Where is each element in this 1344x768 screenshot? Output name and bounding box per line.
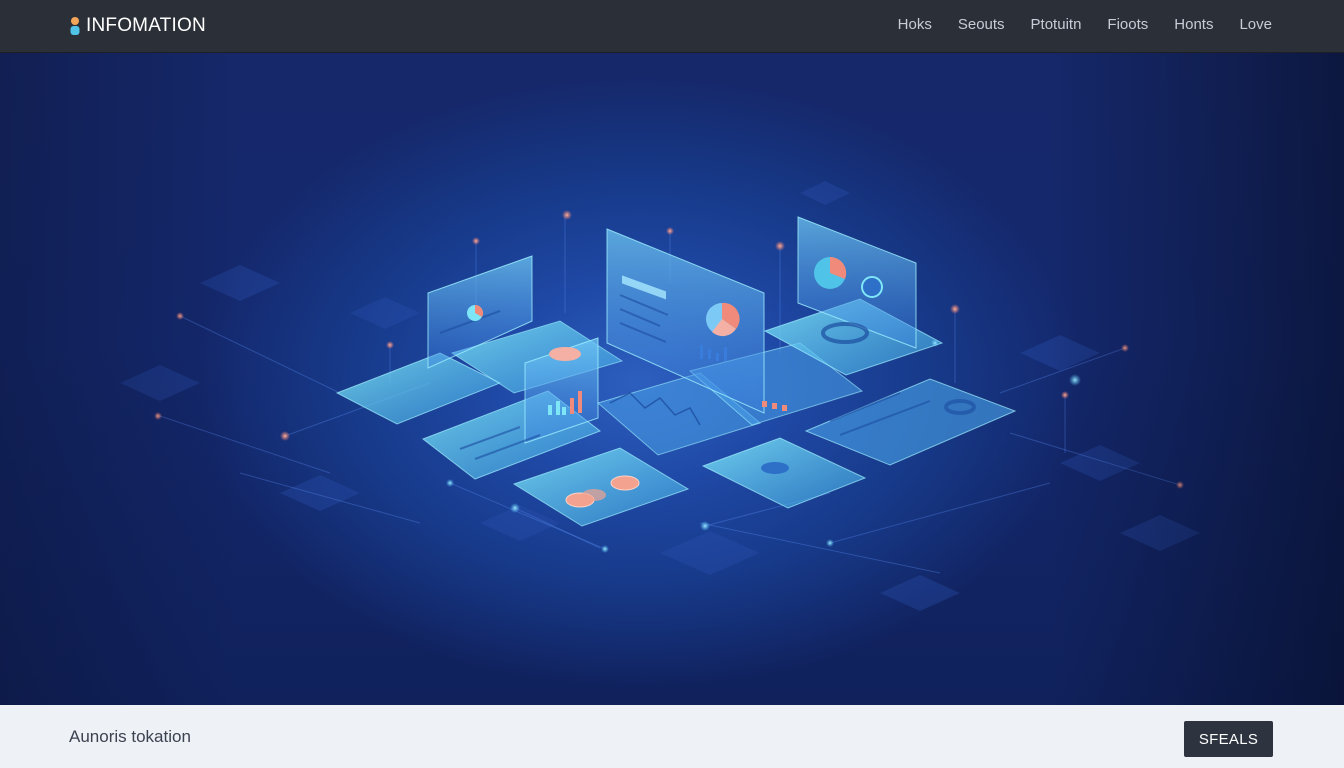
brand-name: INFOMATION [86,15,206,36]
main-nav: Hoks Seouts Ptotuitn Fioots Honts Love [898,16,1272,33]
nav-item-hoks[interactable]: Hoks [898,16,932,33]
isometric-dashboard-illustration [120,181,1200,611]
footer-bar: Aunoris tokation [0,705,1344,768]
nav-item-love[interactable]: Love [1239,16,1272,33]
nav-item-seouts[interactable]: Seouts [958,16,1005,33]
nav-item-fioots[interactable]: Fioots [1107,16,1148,33]
top-navbar: INFOMATION Hoks Seouts Ptotuitn Fioots H… [0,0,1344,53]
footer-caption: Aunoris tokation [69,727,191,746]
person-icon [70,17,80,35]
hero-illustration [0,53,1344,705]
brand[interactable]: INFOMATION [69,14,206,38]
nav-item-ptotuitn[interactable]: Ptotuitn [1031,16,1082,33]
cta-button[interactable]: SFEALS [1184,721,1273,757]
nav-item-honts[interactable]: Honts [1174,16,1213,33]
